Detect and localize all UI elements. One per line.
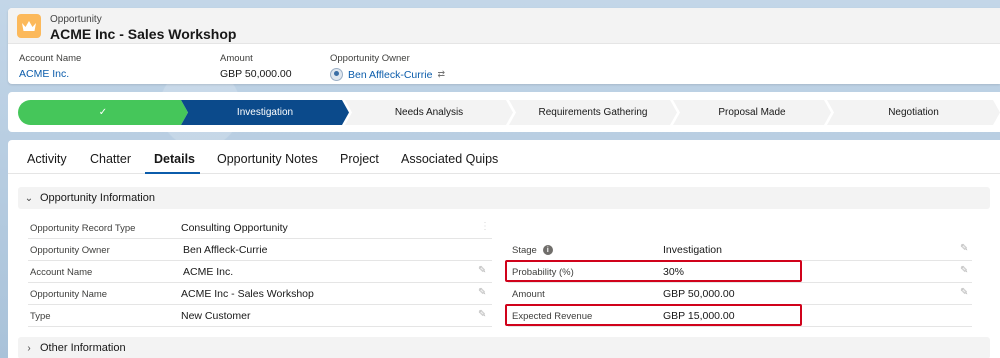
highlight-account-name: Account Name ACME Inc. — [19, 53, 81, 80]
path-step-requirements-gathering[interactable]: Requirements Gathering — [509, 100, 677, 125]
highlight-owner: Opportunity Owner Ben Affleck-Currie ⇄ — [330, 53, 445, 81]
info-icon[interactable]: i — [542, 245, 553, 256]
field-row: Type New Customer ✎ — [28, 305, 492, 327]
owner-link[interactable]: Ben Affleck-Currie — [348, 69, 432, 81]
highlight-amount: Amount GBP 50,000.00 — [220, 53, 292, 80]
field-row: Stage i Investigation ✎ — [508, 239, 972, 261]
field-row: Opportunity Owner Ben Affleck-Currie — [28, 239, 492, 261]
tab-details[interactable]: Details — [154, 152, 195, 166]
section-opportunity-information[interactable]: ⌄ Opportunity Information — [18, 187, 990, 209]
path-step-label: Requirements Gathering — [538, 107, 648, 118]
path-step-label: Negotiation — [888, 107, 939, 118]
record-highlights: Opportunity ACME Inc - Sales Workshop Ac… — [8, 8, 1000, 84]
highlight-annotation — [505, 304, 802, 326]
sales-path: ✓ Investigation Needs Analysis Requireme… — [8, 92, 1000, 132]
pencil-icon[interactable]: ✎ — [960, 243, 968, 254]
field-value: ACME Inc - Sales Workshop — [181, 288, 314, 300]
pencil-icon[interactable]: ✎ — [478, 287, 486, 298]
highlight-label: Opportunity Owner — [330, 53, 410, 64]
section-title: Opportunity Information — [40, 192, 155, 204]
record-header: Opportunity ACME Inc - Sales Workshop — [8, 8, 1000, 44]
field-label: Opportunity Record Type — [30, 223, 136, 234]
owner-value: Ben Affleck-Currie ⇄ — [330, 68, 445, 81]
field-label: Amount — [512, 289, 545, 300]
path-step-complete[interactable]: ✓ — [18, 100, 188, 125]
object-label: Opportunity — [50, 14, 102, 25]
field-label: Account Name — [30, 267, 93, 278]
path-steps: ✓ Investigation Needs Analysis Requireme… — [18, 100, 1000, 125]
tab-project[interactable]: Project — [340, 152, 379, 166]
check-icon: ✓ — [98, 107, 108, 118]
field-row: Opportunity Name ACME Inc - Sales Worksh… — [28, 283, 492, 305]
field-label: Type — [30, 311, 51, 322]
tab-opportunity-notes[interactable]: Opportunity Notes — [217, 152, 318, 166]
path-step-proposal-made[interactable]: Proposal Made — [673, 100, 831, 125]
details-card: Activity Chatter Details Opportunity Not… — [8, 140, 1000, 358]
pencil-icon[interactable]: ✎ — [960, 265, 968, 276]
lock-icon: ⋮ — [480, 221, 490, 232]
avatar — [330, 68, 343, 81]
path-step-label: Needs Analysis — [394, 107, 464, 118]
amount-value: GBP 50,000.00 — [220, 68, 292, 80]
field-value: Consulting Opportunity — [181, 222, 288, 234]
pencil-icon[interactable]: ✎ — [478, 309, 486, 320]
stage-label: Stage — [512, 245, 537, 256]
chevron-right-icon: › — [27, 342, 31, 354]
tab-activity[interactable]: Activity — [27, 152, 67, 166]
record-tabs: Activity Chatter Details Opportunity Not… — [8, 140, 1000, 174]
owner-link[interactable]: Ben Affleck-Currie — [183, 244, 267, 256]
highlight-label: Account Name — [19, 53, 82, 64]
field-label: Stage i — [512, 245, 553, 256]
field-row: Amount GBP 50,000.00 ✎ — [508, 283, 972, 305]
highlight-annotation — [505, 260, 802, 282]
change-owner-icon[interactable]: ⇄ — [437, 69, 445, 80]
tab-associated-quips[interactable]: Associated Quips — [401, 152, 498, 166]
path-step-investigation[interactable]: Investigation — [181, 100, 349, 125]
account-name-link[interactable]: ACME Inc. — [19, 68, 81, 80]
chevron-down-icon: ⌄ — [24, 192, 34, 204]
field-label: Opportunity Name — [30, 289, 108, 300]
path-step-label: Investigation — [236, 107, 294, 118]
crown-icon — [17, 14, 41, 38]
path-step-needs-analysis[interactable]: Needs Analysis — [345, 100, 513, 125]
section-title: Other Information — [40, 342, 126, 354]
field-value: New Customer — [181, 310, 251, 322]
active-tab-indicator — [145, 172, 200, 174]
stage-value: Investigation — [663, 244, 722, 256]
account-name-link[interactable]: ACME Inc. — [183, 266, 233, 278]
field-label: Opportunity Owner — [30, 245, 110, 256]
field-row: Account Name ACME Inc. ✎ — [28, 261, 492, 283]
tab-chatter[interactable]: Chatter — [90, 152, 131, 166]
record-title: ACME Inc - Sales Workshop — [50, 26, 237, 42]
section-other-information[interactable]: › Other Information — [18, 337, 990, 358]
amount-value: GBP 50,000.00 — [663, 288, 735, 300]
pencil-icon[interactable]: ✎ — [960, 287, 968, 298]
pencil-icon[interactable]: ✎ — [478, 265, 486, 276]
highlight-label: Amount — [220, 53, 253, 64]
path-step-negotiation[interactable]: Negotiation — [827, 100, 1000, 125]
path-step-label: Proposal Made — [718, 107, 786, 118]
field-row: Opportunity Record Type Consulting Oppor… — [28, 217, 492, 239]
